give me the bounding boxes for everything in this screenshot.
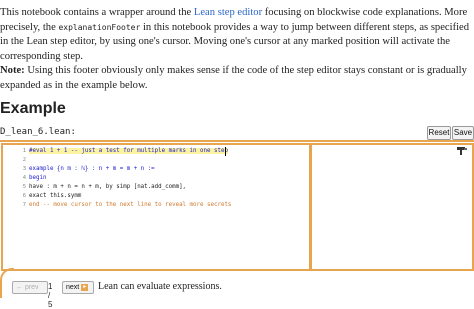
line-number: 2 [22, 157, 26, 163]
editor-filename: D_lean_6.lean: [0, 127, 76, 137]
code-line-3[interactable]: example {n m : ℕ} : n + m = m + n := [29, 166, 155, 172]
intro-text: This notebook contains a wrapper around … [0, 6, 470, 94]
note-label: Note: [0, 65, 25, 77]
info-panel [310, 143, 474, 271]
line-number: 4 [22, 175, 26, 181]
code-line-6[interactable]: exact this.symm [29, 193, 81, 199]
next-button[interactable]: next ▸ [62, 281, 94, 294]
code-line-1[interactable]: #eval 1 + 1 -- just a test for multiple … [29, 148, 228, 154]
line-number: 1 [22, 148, 26, 154]
code-line-text: #eval 1 + 1 -- just a test for multiple … [29, 148, 228, 154]
explanation-footer-code: explanationFooter [58, 22, 141, 32]
code-editor[interactable]: 1 #eval 1 + 1 -- just a test for multipl… [1, 143, 311, 271]
reset-button[interactable]: Reset [427, 126, 451, 140]
pin-icon[interactable] [457, 147, 467, 158]
section-heading: Example [0, 100, 66, 117]
code-line-4[interactable]: begin [29, 175, 46, 181]
line-number: 5 [22, 184, 26, 190]
line-number: 3 [22, 166, 26, 172]
line-number: 7 [22, 202, 26, 208]
arrow-right-icon: ▸ [81, 283, 89, 291]
line-number: 6 [22, 193, 26, 199]
code-line-5[interactable]: have : m + n = n + m, by simp [nat.add_c… [29, 184, 186, 190]
next-label: next [66, 284, 80, 291]
intro-part-1: This notebook contains a wrapper around … [0, 7, 194, 18]
note-text: Using this footer obviously only makes s… [0, 65, 467, 91]
save-button[interactable]: Save [452, 126, 474, 140]
code-line-7[interactable]: end -- move cursor to the next line to r… [29, 202, 231, 208]
step-message: Lean can evaluate expressions. [98, 281, 222, 292]
text-cursor [225, 147, 226, 156]
prev-button[interactable]: ← prev [12, 281, 48, 294]
lean-step-editor-link[interactable]: Lean step editor [194, 7, 262, 18]
